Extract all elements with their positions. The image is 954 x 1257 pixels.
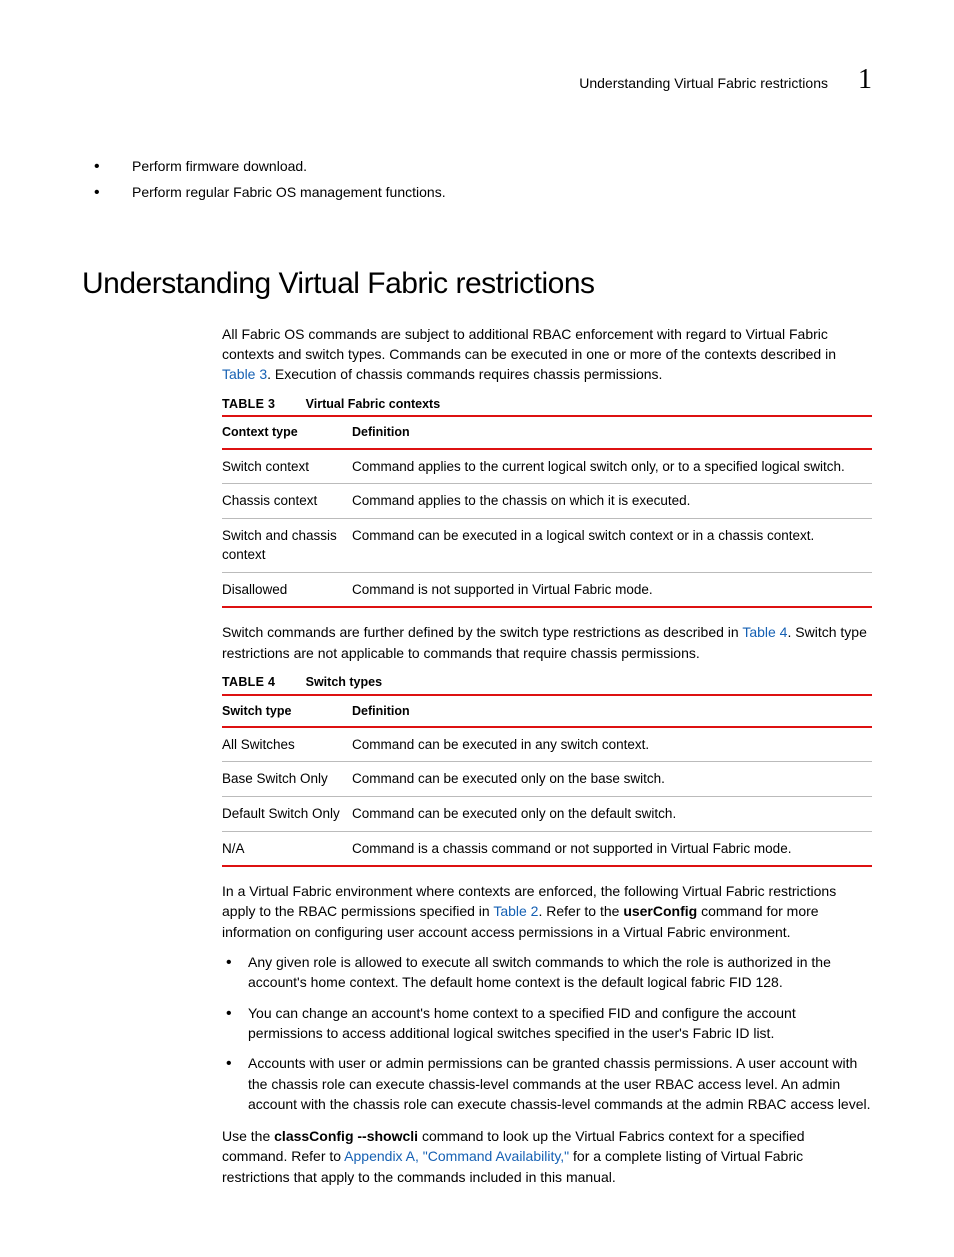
cmd-classconfig: classConfig --showcli	[274, 1128, 418, 1144]
list-item: Perform regular Fabric OS management fun…	[82, 182, 872, 202]
cell: Chassis context	[222, 484, 352, 519]
cell: Base Switch Only	[222, 762, 352, 797]
column-header: Definition	[352, 416, 872, 448]
link-table4[interactable]: Table 4	[742, 624, 787, 640]
cmd-userconfig: userConfig	[623, 903, 697, 919]
text: . Execution of chassis commands requires…	[267, 366, 662, 382]
top-bullet-list: Perform firmware download. Perform regul…	[82, 156, 872, 203]
table-row: Base Switch OnlyCommand can be executed …	[222, 762, 872, 797]
table-number: TABLE 4	[222, 673, 302, 691]
mid-paragraph: Switch commands are further defined by t…	[222, 622, 872, 663]
section-heading: Understanding Virtual Fabric restriction…	[82, 262, 872, 306]
cell: Command can be executed in a logical swi…	[352, 518, 872, 572]
cell: Command can be executed in any switch co…	[352, 727, 872, 762]
cell: Command applies to the chassis on which …	[352, 484, 872, 519]
cell: Command is a chassis command or not supp…	[352, 831, 872, 866]
cell: N/A	[222, 831, 352, 866]
chapter-number: 1	[858, 60, 872, 101]
table-row: Default Switch OnlyCommand can be execut…	[222, 797, 872, 832]
cell: Switch and chassis context	[222, 518, 352, 572]
table-title: Switch types	[306, 675, 382, 689]
page-header: Understanding Virtual Fabric restriction…	[82, 60, 872, 101]
table4: Switch type Definition All SwitchesComma…	[222, 694, 872, 867]
link-table2[interactable]: Table 2	[493, 903, 538, 919]
table-row: Chassis contextCommand applies to the ch…	[222, 484, 872, 519]
link-appendix-a[interactable]: Appendix A, "Command Availability,"	[344, 1148, 569, 1164]
column-header: Switch type	[222, 695, 352, 727]
after-tables-paragraph: In a Virtual Fabric environment where co…	[222, 881, 872, 942]
list-item: Any given role is allowed to execute all…	[222, 952, 872, 993]
table-row: N/ACommand is a chassis command or not s…	[222, 831, 872, 866]
cell: Command is not supported in Virtual Fabr…	[352, 572, 872, 607]
running-head: Understanding Virtual Fabric restriction…	[579, 73, 828, 93]
table3: Context type Definition Switch contextCo…	[222, 415, 872, 608]
text: Use the	[222, 1128, 274, 1144]
column-header: Context type	[222, 416, 352, 448]
cell: Command can be executed only on the defa…	[352, 797, 872, 832]
list-item: You can change an account's home context…	[222, 1003, 872, 1044]
link-table3[interactable]: Table 3	[222, 366, 267, 382]
cell: Command can be executed only on the base…	[352, 762, 872, 797]
list-item: Perform firmware download.	[82, 156, 872, 176]
table-number: TABLE 3	[222, 395, 302, 413]
table-row: Switch contextCommand applies to the cur…	[222, 449, 872, 484]
intro-paragraph: All Fabric OS commands are subject to ad…	[222, 324, 872, 385]
list-item: Accounts with user or admin permissions …	[222, 1053, 872, 1114]
text: All Fabric OS commands are subject to ad…	[222, 326, 836, 362]
table3-caption: TABLE 3 Virtual Fabric contexts	[222, 395, 872, 414]
text: . Refer to the	[538, 903, 623, 919]
cell: Command applies to the current logical s…	[352, 449, 872, 484]
closing-paragraph: Use the classConfig --showcli command to…	[222, 1126, 872, 1187]
table-row: All SwitchesCommand can be executed in a…	[222, 727, 872, 762]
cell: Disallowed	[222, 572, 352, 607]
cell: All Switches	[222, 727, 352, 762]
table-title: Virtual Fabric contexts	[306, 397, 441, 411]
table-row: DisallowedCommand is not supported in Vi…	[222, 572, 872, 607]
restrictions-list: Any given role is allowed to execute all…	[222, 952, 872, 1114]
table4-caption: TABLE 4 Switch types	[222, 673, 872, 692]
cell: Default Switch Only	[222, 797, 352, 832]
cell: Switch context	[222, 449, 352, 484]
table-row: Switch and chassis contextCommand can be…	[222, 518, 872, 572]
column-header: Definition	[352, 695, 872, 727]
text: Switch commands are further defined by t…	[222, 624, 742, 640]
